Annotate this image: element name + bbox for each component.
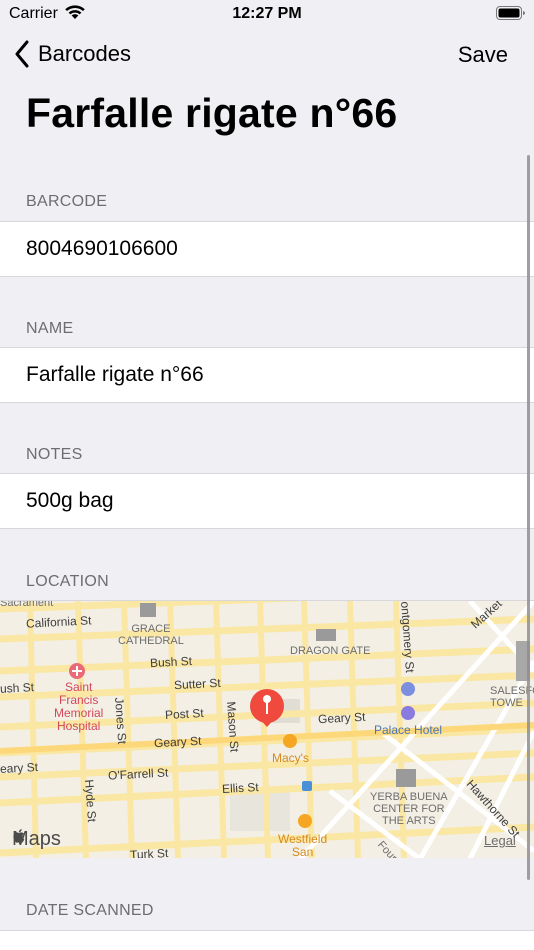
location-section-header: LOCATION xyxy=(26,573,110,590)
map-street-geary-left: eary St xyxy=(0,760,39,776)
map-street-hyde: Hyde St xyxy=(82,779,99,823)
notes-cell[interactable]: 500g bag xyxy=(0,473,534,529)
barcode-section-header: BARCODE xyxy=(26,193,108,210)
map-street-geary-mid: Geary St xyxy=(153,733,202,751)
notes-section-header: NOTES xyxy=(26,446,83,463)
map-street-post: Post St xyxy=(164,705,205,723)
map-place-saint-francis: Saint Francis Memorial Hospital xyxy=(54,680,104,733)
battery-icon xyxy=(496,6,526,26)
map-legal-link[interactable]: Legal xyxy=(484,833,516,848)
status-time: 12:27 PM xyxy=(232,5,302,22)
name-section-header: NAME xyxy=(26,320,74,337)
scroll-indicator[interactable] xyxy=(527,155,530,880)
map-street-geary-right: Geary St xyxy=(317,709,366,727)
apple-icon xyxy=(13,829,25,843)
back-button[interactable]: Barcodes xyxy=(14,40,131,68)
name-value: Farfalle rigate n°66 xyxy=(26,363,204,386)
barcode-cell[interactable]: 8004690106600 xyxy=(0,221,534,277)
name-cell[interactable]: Farfalle rigate n°66 xyxy=(0,347,534,403)
map-street-turk: Turk St xyxy=(129,846,169,858)
save-button[interactable]: Save xyxy=(458,42,508,68)
back-button-label: Barcodes xyxy=(38,41,131,66)
map-place-grace-cathedral: GRACE CATHEDRAL xyxy=(118,623,184,647)
chevron-left-icon xyxy=(15,40,29,68)
map-place-westfield: Westfield San xyxy=(278,832,328,859)
map-street-bush-left: ush St xyxy=(0,680,35,696)
map-street-bush: Bush St xyxy=(149,653,193,671)
map-place-palace-hotel: Palace Hotel xyxy=(374,723,443,737)
map-place-macys: Macy's xyxy=(272,751,309,765)
map-place-yerba-buena: YERBA BUENA CENTER FOR THE ARTS xyxy=(370,791,448,827)
date-scanned-section-header: DATE SCANNED xyxy=(26,902,154,919)
map-street-sutter: Sutter St xyxy=(173,675,222,693)
date-scanned-cell[interactable] xyxy=(0,930,534,950)
page-title: Farfalle rigate n°66 xyxy=(26,90,398,136)
location-pin-icon[interactable] xyxy=(249,688,285,733)
map-street-ellis: Ellis St xyxy=(221,780,260,796)
status-bar: Carrier 12:27 PM xyxy=(0,0,534,30)
map-place-dragon-gate: DRAGON GATE xyxy=(290,645,371,657)
navigation-bar: Barcodes Save xyxy=(0,34,534,78)
notes-value: 500g bag xyxy=(26,489,114,512)
apple-maps-logo: Maps xyxy=(12,828,61,851)
barcode-value: 8004690106600 xyxy=(26,237,178,260)
map-street-sacramento: Sacrament xyxy=(0,600,54,609)
